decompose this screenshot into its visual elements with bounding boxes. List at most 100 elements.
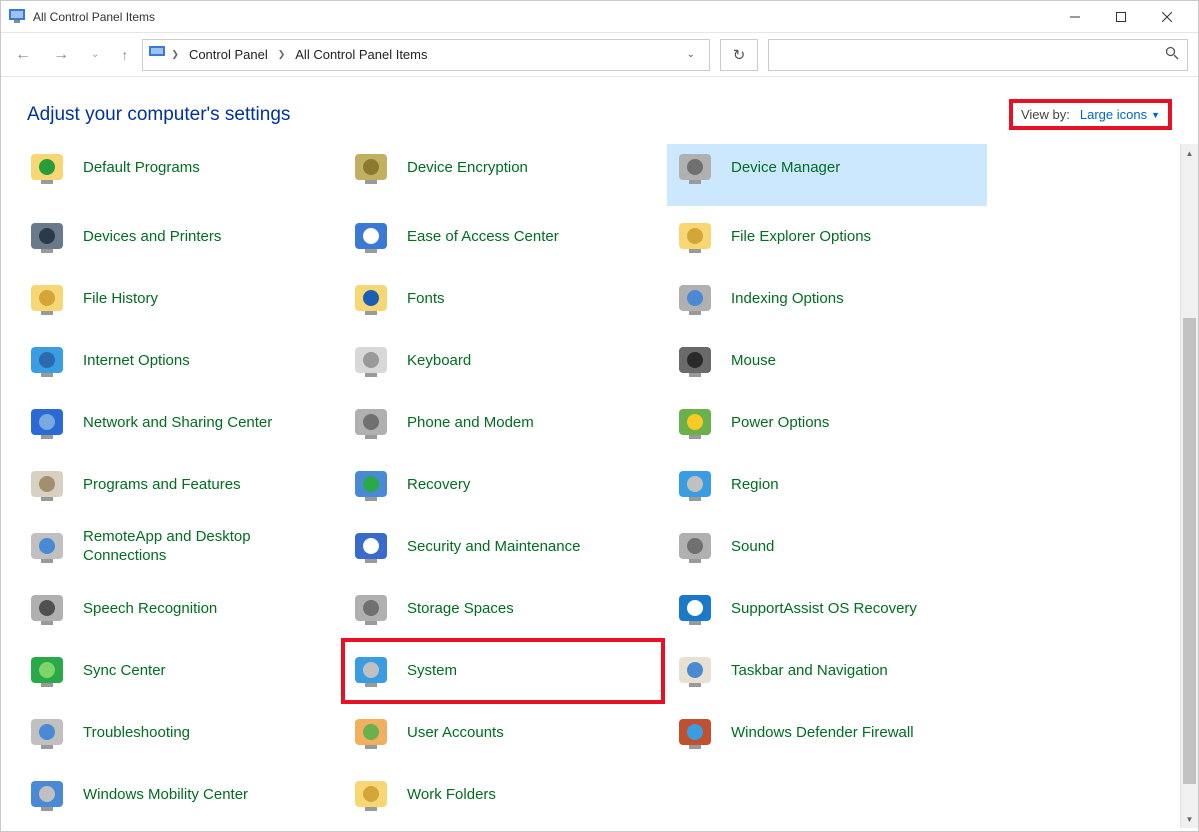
cp-item-security-and-maintenance[interactable]: Security and Maintenance xyxy=(343,516,663,578)
cp-item-devices-and-printers[interactable]: Devices and Printers xyxy=(19,206,339,268)
mobility-center-icon xyxy=(25,773,69,817)
cp-item-storage-spaces[interactable]: Storage Spaces xyxy=(343,578,663,640)
header-row: Adjust your computer's settings View by:… xyxy=(1,77,1198,144)
phone-modem-icon xyxy=(349,401,393,445)
cp-item-keyboard[interactable]: Keyboard xyxy=(343,330,663,392)
cp-item-label: Recovery xyxy=(407,476,470,495)
system-icon xyxy=(349,649,393,693)
cp-item-sync-center[interactable]: Sync Center xyxy=(19,640,339,702)
cp-item-phone-and-modem[interactable]: Phone and Modem xyxy=(343,392,663,454)
cp-item-sound[interactable]: Sound xyxy=(667,516,987,578)
cp-item-supportassist-os-recovery[interactable]: SupportAssist OS Recovery xyxy=(667,578,987,640)
default-programs-icon xyxy=(25,146,69,190)
refresh-button[interactable]: ↻ xyxy=(720,39,758,71)
cp-item-user-accounts[interactable]: User Accounts xyxy=(343,702,663,764)
cp-item-recovery[interactable]: Recovery xyxy=(343,454,663,516)
cp-item-internet-options[interactable]: Internet Options xyxy=(19,330,339,392)
indexing-options-icon xyxy=(673,277,717,321)
address-dropdown[interactable]: ⌄ xyxy=(679,45,703,64)
cp-item-network-and-sharing-center[interactable]: Network and Sharing Center xyxy=(19,392,339,454)
chevron-right-icon[interactable]: ❯ xyxy=(274,49,290,60)
cp-item-label: Mouse xyxy=(731,352,776,371)
address-bar[interactable]: ❯ Control Panel ❯ All Control Panel Item… xyxy=(142,39,710,71)
network-sharing-icon xyxy=(25,401,69,445)
cp-item-programs-and-features[interactable]: Programs and Features xyxy=(19,454,339,516)
file-explorer-options-icon xyxy=(673,215,717,259)
cp-item-label: Sound xyxy=(731,538,774,557)
view-by-label: View by: xyxy=(1021,107,1070,122)
recent-dropdown[interactable]: ⌄ xyxy=(87,47,103,62)
cp-item-label: File Explorer Options xyxy=(731,228,871,247)
window-title: All Control Panel Items xyxy=(33,10,155,24)
cp-item-device-encryption[interactable]: Device Encryption xyxy=(343,144,663,206)
view-by-value[interactable]: Large icons ▼ xyxy=(1080,107,1160,122)
scroll-track[interactable] xyxy=(1181,162,1198,810)
fonts-icon xyxy=(349,277,393,321)
cp-item-mouse[interactable]: Mouse xyxy=(667,330,987,392)
cp-item-file-history[interactable]: File History xyxy=(19,268,339,330)
breadcrumb-current[interactable]: All Control Panel Items xyxy=(291,45,431,64)
recovery-icon xyxy=(349,463,393,507)
ease-of-access-icon xyxy=(349,215,393,259)
cp-item-indexing-options[interactable]: Indexing Options xyxy=(667,268,987,330)
up-button[interactable]: ↑ xyxy=(117,45,132,65)
cp-item-label: Default Programs xyxy=(83,159,200,178)
search-input[interactable] xyxy=(777,47,1165,62)
search-icon[interactable] xyxy=(1165,46,1179,63)
sound-icon xyxy=(673,525,717,569)
file-history-icon xyxy=(25,277,69,321)
cp-item-label: Devices and Printers xyxy=(83,228,221,247)
scroll-thumb[interactable] xyxy=(1183,318,1196,785)
cp-item-label: Security and Maintenance xyxy=(407,538,580,557)
cp-item-label: Internet Options xyxy=(83,352,190,371)
device-manager-icon xyxy=(673,146,717,190)
cp-item-fonts[interactable]: Fonts xyxy=(343,268,663,330)
cp-item-file-explorer-options[interactable]: File Explorer Options xyxy=(667,206,987,268)
titlebar: All Control Panel Items xyxy=(1,1,1198,33)
cp-item-taskbar-and-navigation[interactable]: Taskbar and Navigation xyxy=(667,640,987,702)
work-folders-icon xyxy=(349,773,393,817)
cp-item-label: Fonts xyxy=(407,290,445,309)
chevron-right-icon[interactable]: ❯ xyxy=(167,49,183,60)
cp-item-label: User Accounts xyxy=(407,724,504,743)
control-panel-app-icon xyxy=(9,9,25,25)
cp-item-troubleshooting[interactable]: Troubleshooting xyxy=(19,702,339,764)
device-encryption-icon xyxy=(349,146,393,190)
cp-item-system[interactable]: System xyxy=(343,640,663,702)
cp-item-region[interactable]: Region xyxy=(667,454,987,516)
cp-item-work-folders[interactable]: Work Folders xyxy=(343,764,663,826)
cp-item-label: Power Options xyxy=(731,414,829,433)
cp-item-label: Sync Center xyxy=(83,662,166,681)
taskbar-navigation-icon xyxy=(673,649,717,693)
storage-spaces-icon xyxy=(349,587,393,631)
mouse-icon xyxy=(673,339,717,383)
cp-item-label: Programs and Features xyxy=(83,476,241,495)
maximize-button[interactable] xyxy=(1098,2,1144,32)
close-button[interactable] xyxy=(1144,2,1190,32)
scroll-up-button[interactable]: ▲ xyxy=(1181,144,1198,162)
forward-button[interactable]: → xyxy=(49,44,73,66)
search-box[interactable] xyxy=(768,39,1188,71)
cp-item-default-programs[interactable]: Default Programs xyxy=(19,144,339,206)
content-wrap: Default Programs Device EncryptionDevice … xyxy=(1,144,1198,828)
cp-item-speech-recognition[interactable]: Speech Recognition xyxy=(19,578,339,640)
cp-item-windows-defender-firewall[interactable]: Windows Defender Firewall xyxy=(667,702,987,764)
breadcrumb-root[interactable]: Control Panel xyxy=(185,45,272,64)
cp-item-power-options[interactable]: Power Options xyxy=(667,392,987,454)
cp-item-label: SupportAssist OS Recovery xyxy=(731,600,917,619)
cp-item-label: Storage Spaces xyxy=(407,600,514,619)
cp-item-windows-mobility-center[interactable]: Windows Mobility Center xyxy=(19,764,339,826)
cp-item-label: Indexing Options xyxy=(731,290,844,309)
cp-item-remoteapp-and-desktop-connections[interactable]: RemoteApp and Desktop Connections xyxy=(19,516,339,578)
cp-item-device-manager[interactable]: Device Manager xyxy=(667,144,987,206)
scroll-down-button[interactable]: ▼ xyxy=(1181,810,1198,828)
view-by-selector[interactable]: View by: Large icons ▼ xyxy=(1009,99,1172,130)
cp-item-label: System xyxy=(407,662,457,681)
vertical-scrollbar[interactable]: ▲ ▼ xyxy=(1180,144,1198,828)
cp-item-ease-of-access-center[interactable]: Ease of Access Center xyxy=(343,206,663,268)
supportassist-icon xyxy=(673,587,717,631)
page-heading: Adjust your computer's settings xyxy=(27,104,290,126)
back-button[interactable]: ← xyxy=(11,44,35,66)
minimize-button[interactable] xyxy=(1052,2,1098,32)
devices-printers-icon xyxy=(25,215,69,259)
